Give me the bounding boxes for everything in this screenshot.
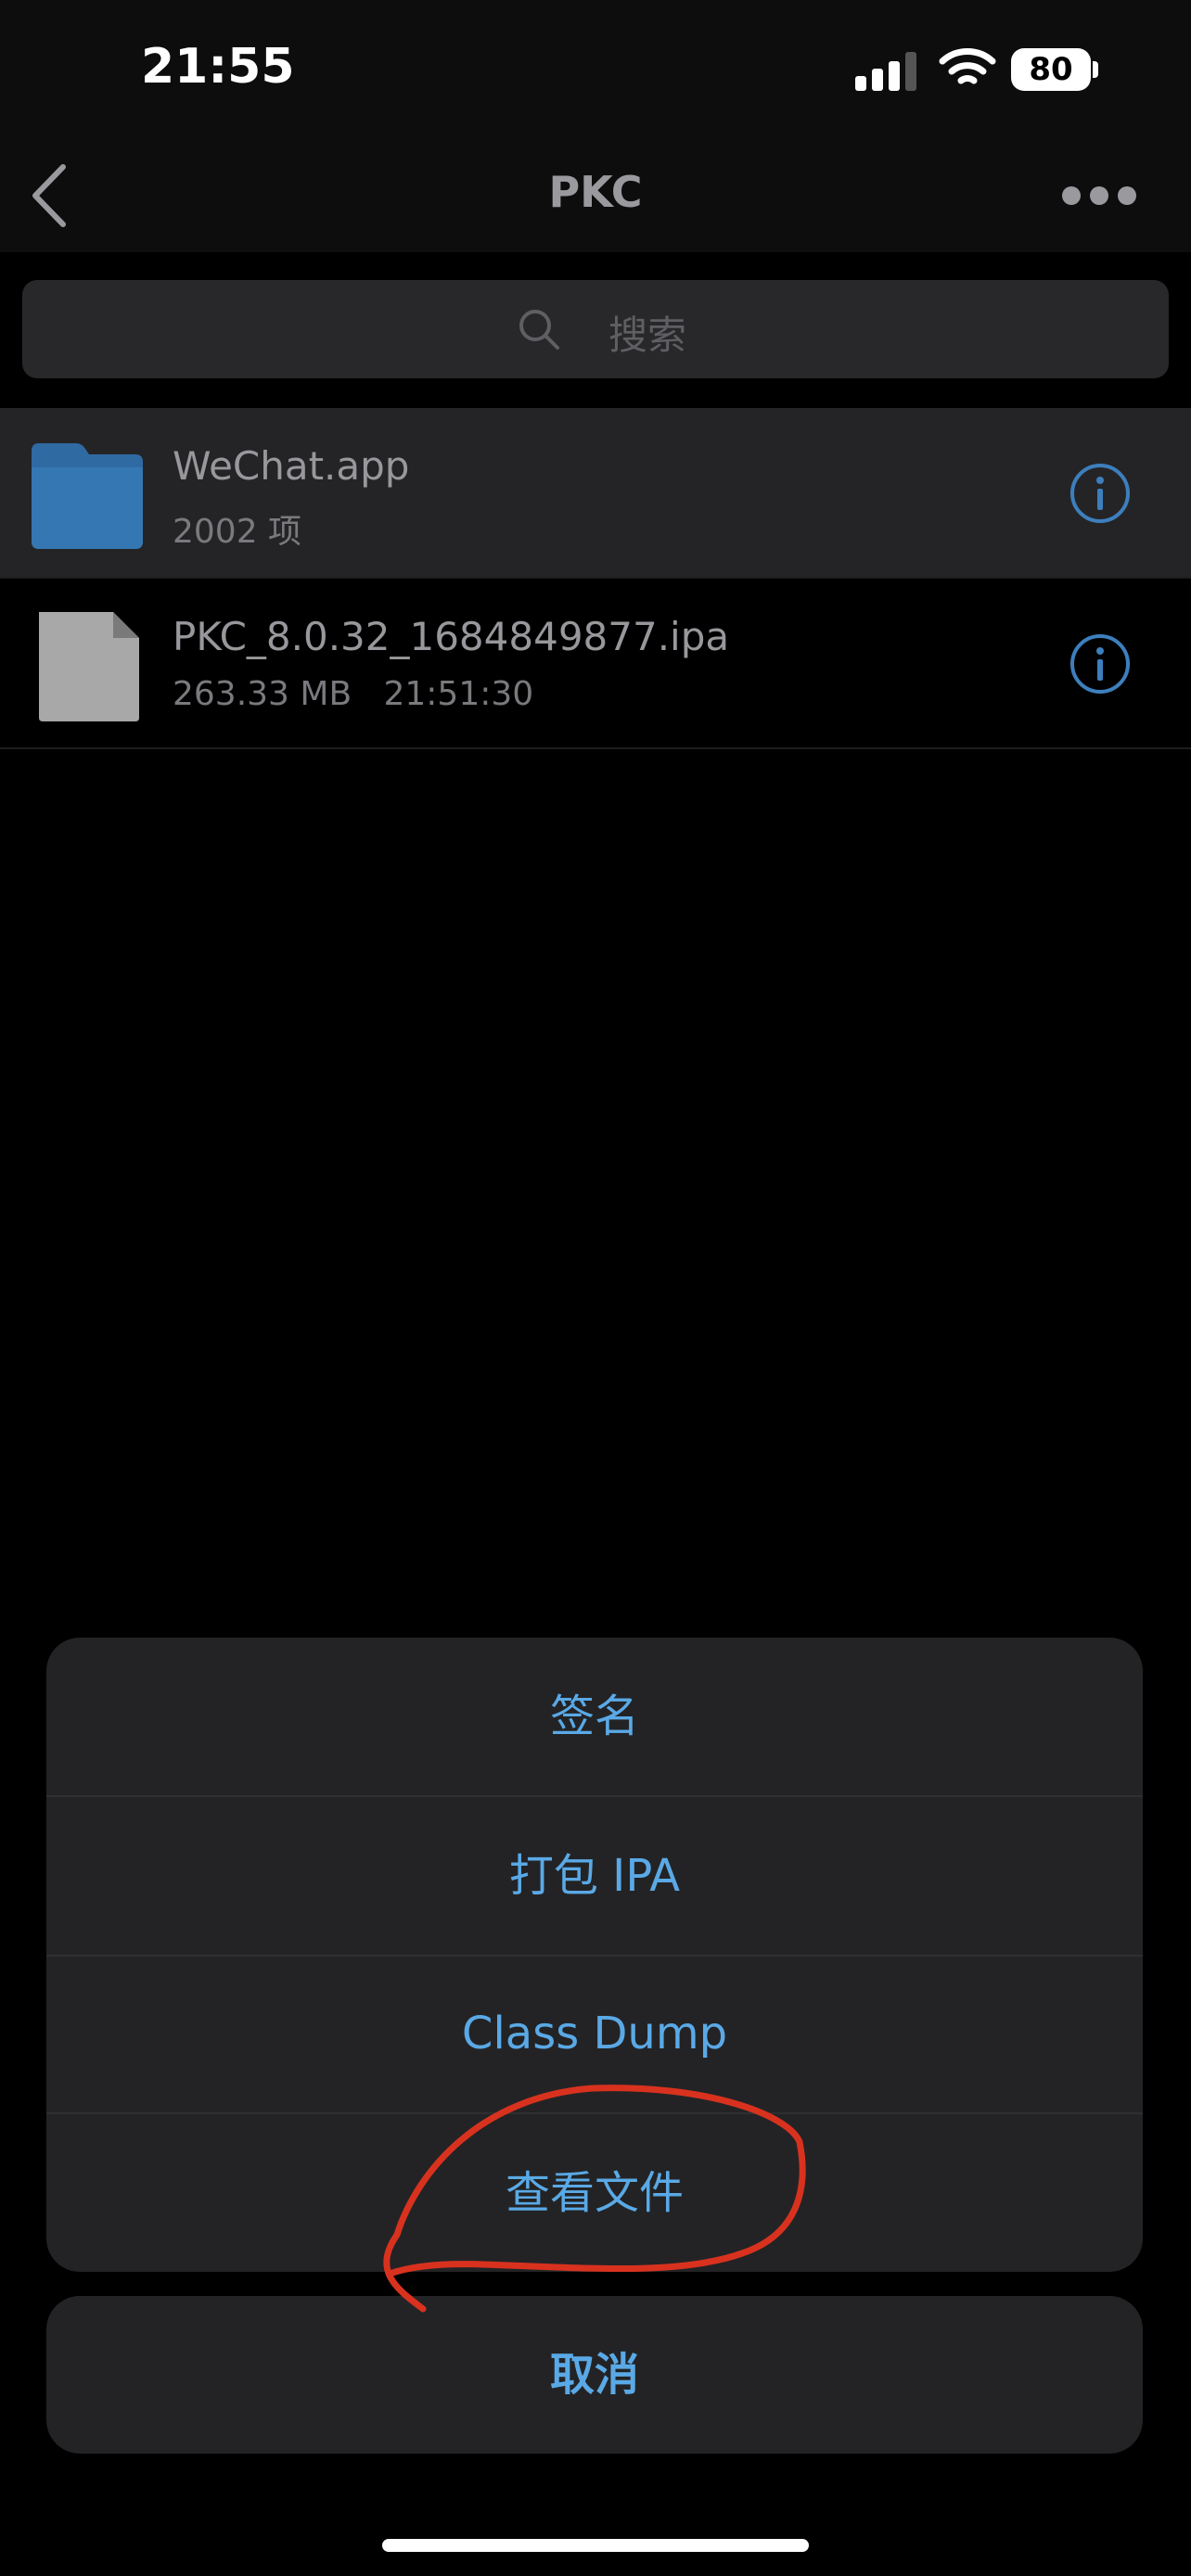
battery-level: 80 bbox=[1029, 51, 1073, 88]
list-item-wechat-app[interactable]: WeChat.app 2002 项 bbox=[0, 408, 1191, 577]
info-icon[interactable] bbox=[1069, 632, 1132, 695]
search-placeholder: 搜索 bbox=[608, 312, 687, 358]
list-item-ipa-file[interactable]: PKC_8.0.32_1684849877.ipa 263.33 MB 21:5… bbox=[0, 579, 1191, 747]
action-package-ipa-button[interactable]: 打包 IPA bbox=[46, 1797, 1143, 1955]
search-icon bbox=[519, 310, 559, 350]
cellular-signal-icon bbox=[855, 52, 916, 91]
folder-icon bbox=[32, 443, 143, 549]
cancel-button[interactable]: 取消 bbox=[46, 2296, 1143, 2454]
file-name: WeChat.app bbox=[173, 443, 410, 489]
more-options-icon[interactable] bbox=[1057, 172, 1141, 219]
home-indicator bbox=[382, 2539, 809, 2552]
row-divider bbox=[0, 747, 1191, 749]
navigation-bar: PKC bbox=[0, 139, 1191, 252]
action-view-files-button[interactable]: 查看文件 bbox=[46, 2114, 1143, 2272]
status-time: 21:55 bbox=[141, 39, 295, 95]
action-sheet: 签名 打包 IPA Class Dump 查看文件 bbox=[46, 1638, 1143, 2272]
action-class-dump-button[interactable]: Class Dump bbox=[46, 1955, 1143, 2112]
file-meta: 2002 项 bbox=[173, 513, 302, 551]
file-meta: 263.33 MB 21:51:30 bbox=[173, 675, 534, 713]
file-icon bbox=[39, 612, 139, 721]
wifi-icon bbox=[939, 48, 996, 84]
info-icon[interactable] bbox=[1069, 462, 1132, 525]
status-bar: 21:55 80 bbox=[0, 0, 1191, 139]
file-name: PKC_8.0.32_1684849877.ipa bbox=[173, 614, 730, 659]
action-sign-button[interactable]: 签名 bbox=[46, 1638, 1143, 1795]
search-input[interactable]: 搜索 bbox=[22, 280, 1169, 378]
page-title: PKC bbox=[548, 167, 643, 217]
battery-icon: 80 bbox=[1011, 48, 1100, 91]
